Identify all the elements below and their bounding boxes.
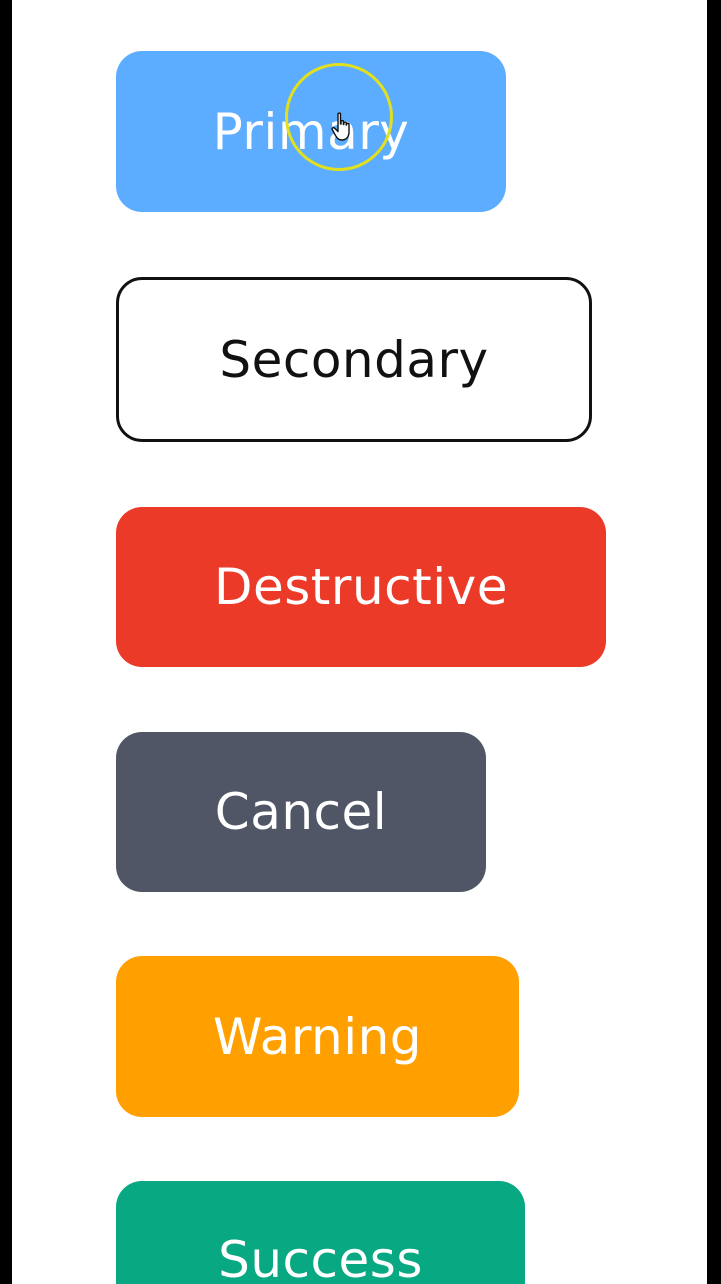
success-button[interactable]: Success [116, 1181, 525, 1284]
destructive-button[interactable]: Destructive [116, 507, 606, 667]
cancel-button[interactable]: Cancel [116, 732, 486, 892]
primary-button[interactable]: Primary [116, 51, 506, 212]
button-showcase-page: Primary Secondary Destructive Cancel War… [12, 0, 707, 1284]
warning-button[interactable]: Warning [116, 956, 519, 1117]
secondary-button[interactable]: Secondary [116, 277, 592, 442]
